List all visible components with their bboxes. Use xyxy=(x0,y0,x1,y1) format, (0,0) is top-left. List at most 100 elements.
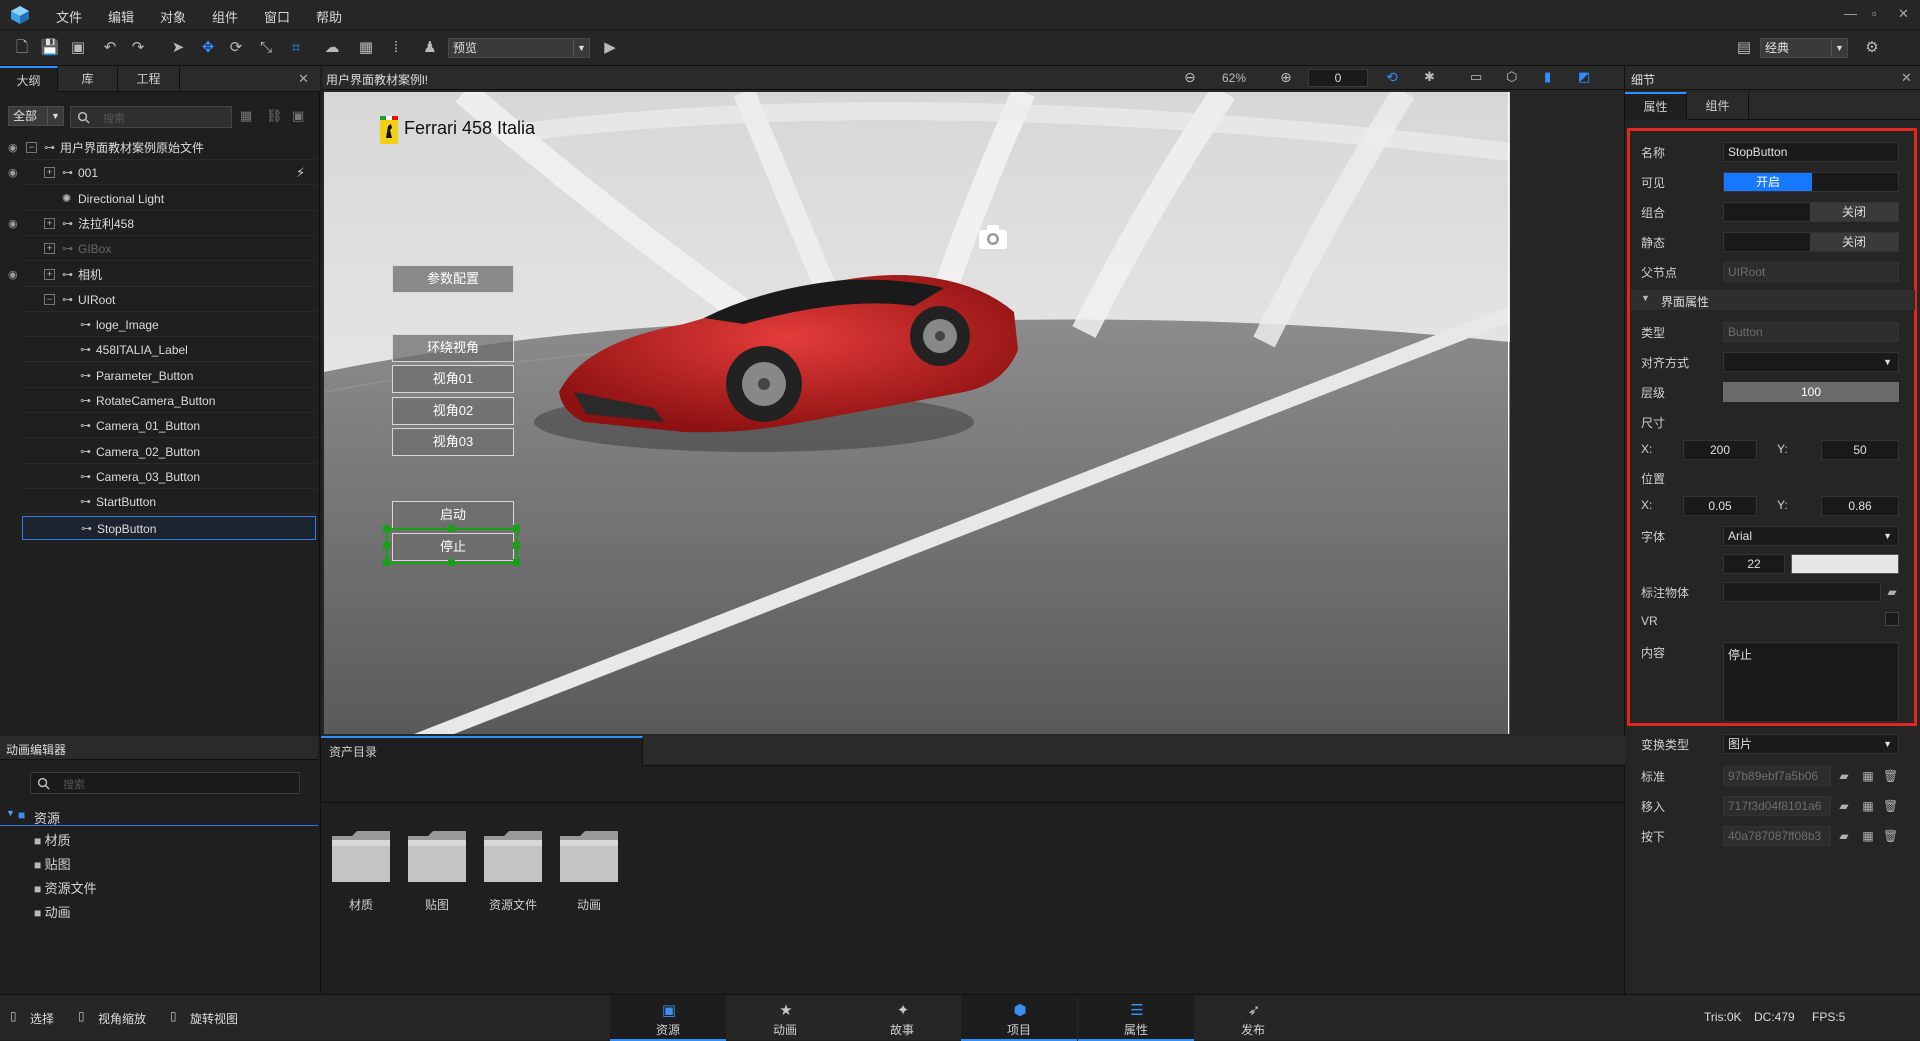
ui-properties-section[interactable]: ▼ 界面属性 xyxy=(1631,290,1915,310)
outline-row[interactable]: ◉ + ⊶ 相机 xyxy=(8,263,316,287)
camera-icon[interactable] xyxy=(978,224,1008,250)
outline-row[interactable]: ⊶ StartButton xyxy=(22,490,316,515)
bottom-tab[interactable]: ☰ 属性 xyxy=(1078,995,1194,1041)
lock-icon[interactable]: ▮ xyxy=(1544,69,1551,85)
press-image-field[interactable]: 40a787087ff08b3 xyxy=(1723,826,1831,846)
resize-handle[interactable] xyxy=(383,542,390,549)
hover-image-field[interactable]: 717f3d04f8101a6 xyxy=(1723,796,1831,816)
tab-components[interactable]: 组件 xyxy=(1687,92,1749,120)
visibility-eye-icon[interactable]: ◉ xyxy=(8,212,18,236)
menu-object[interactable]: 对象 xyxy=(160,7,186,26)
zoom-view-icon[interactable]: ▯ xyxy=(78,1009,85,1023)
layer-slider[interactable]: 100 xyxy=(1723,382,1899,402)
tree-root-assets[interactable]: ▼ ■ 资源 xyxy=(0,804,318,826)
scale-tool-icon[interactable]: ⤡ xyxy=(256,38,276,58)
expand-icon[interactable]: + xyxy=(44,217,55,229)
dot-grid-icon[interactable]: ⁞ xyxy=(386,38,406,58)
redo-icon[interactable]: ↷ xyxy=(128,38,148,58)
visibility-eye-icon[interactable]: ◉ xyxy=(8,136,18,160)
folder-icon[interactable] xyxy=(558,828,620,884)
size-x-field[interactable]: 200 xyxy=(1683,440,1757,460)
resize-handle[interactable] xyxy=(513,542,520,549)
grid-icon[interactable]: ▦ xyxy=(356,38,376,58)
trash-icon[interactable]: 🗑 xyxy=(1883,829,1898,843)
tree-item-materials[interactable]: ■ 材质 xyxy=(34,830,234,850)
play-icon[interactable]: ▶ xyxy=(600,38,620,58)
expand-all-icon[interactable]: ▦ xyxy=(240,108,252,124)
group-toggle[interactable]: 关闭 xyxy=(1723,202,1899,222)
new-file-icon[interactable]: 🗋 xyxy=(12,38,32,58)
scene-canvas[interactable]: Ferrari 458 Italia 参数配置 环绕视角 视角01 视角02 视… xyxy=(324,92,1510,734)
folder-icon[interactable] xyxy=(406,828,468,884)
resize-handle[interactable] xyxy=(448,525,455,532)
close-panel-icon[interactable]: ✕ xyxy=(1901,70,1912,86)
checker-icon[interactable]: ▦ xyxy=(1861,769,1875,783)
orbit-icon[interactable]: ⟲ xyxy=(1386,69,1398,86)
outline-row[interactable]: ⊶ Camera_03_Button xyxy=(22,465,316,489)
trash-icon[interactable]: 🗑 xyxy=(1883,769,1898,783)
save-icon[interactable]: 💾 xyxy=(40,38,60,58)
bottom-tab[interactable]: ⬢ 项目 xyxy=(961,995,1077,1041)
collapse-icon[interactable]: − xyxy=(44,293,55,305)
pos-y-field[interactable]: 0.86 xyxy=(1821,496,1899,516)
layout-select[interactable]: 经典 ▼ xyxy=(1760,38,1848,58)
resize-handle[interactable] xyxy=(513,559,520,566)
tree-item-resources[interactable]: ■ 资源文件 xyxy=(34,878,234,898)
minimize-button[interactable]: — xyxy=(1844,6,1857,21)
outline-filter-select[interactable]: 全部 ▼ xyxy=(8,106,64,126)
settings-icon[interactable]: ⚙ xyxy=(1862,38,1882,58)
size-y-field[interactable]: 50 xyxy=(1821,440,1899,460)
visible-toggle[interactable]: 开启 xyxy=(1723,172,1899,192)
expand-icon[interactable]: + xyxy=(44,268,55,280)
collapse-icon[interactable]: − xyxy=(26,142,37,153)
tool-select-label[interactable]: 选择 xyxy=(30,1010,54,1027)
font-select[interactable]: Arial ▼ xyxy=(1723,526,1899,546)
layout-icon[interactable]: ▤ xyxy=(1734,38,1754,58)
normal-image-field[interactable]: 97b89ebf7a5b06 xyxy=(1723,766,1831,786)
parameter-button[interactable]: 参数配置 xyxy=(392,265,514,293)
zoom-out-icon[interactable]: ⊖ xyxy=(1184,69,1196,86)
rotate-view-icon[interactable]: ▯ xyxy=(170,1009,177,1023)
close-window-button[interactable]: ✕ xyxy=(1898,6,1909,22)
outline-row[interactable]: ◉ + ⊶ 001 ⚡ xyxy=(8,161,316,186)
camera-01-button[interactable]: 视角01 xyxy=(392,365,514,393)
outline-row[interactable]: ⊶ Parameter_Button xyxy=(22,364,316,388)
select-tool-icon[interactable]: ➤ xyxy=(168,38,188,58)
font-size-field[interactable]: 22 xyxy=(1723,554,1785,574)
resize-handle[interactable] xyxy=(448,559,455,566)
tree-item-textures[interactable]: ■ 贴图 xyxy=(34,854,234,874)
menu-edit[interactable]: 编辑 xyxy=(108,7,134,26)
tab-project[interactable]: 工程 xyxy=(118,66,180,92)
trash-icon[interactable]: 🗑 xyxy=(1883,799,1898,813)
pos-x-field[interactable]: 0.05 xyxy=(1683,496,1757,516)
resize-handle[interactable] xyxy=(513,525,520,532)
cube-view-icon[interactable]: ⬡ xyxy=(1506,69,1517,85)
maximize-button[interactable]: ▫ xyxy=(1872,6,1877,21)
tab-library[interactable]: 库 xyxy=(58,66,118,92)
zoom-in-icon[interactable]: ⊕ xyxy=(1280,69,1292,86)
script-icon[interactable]: ⚡ xyxy=(296,161,305,185)
outline-row[interactable]: ✺ Directional Light xyxy=(22,187,316,211)
checker-icon[interactable]: ▦ xyxy=(1861,829,1875,843)
folder-icon[interactable]: ▰ xyxy=(1837,829,1851,843)
anim-search-box[interactable]: 搜索 xyxy=(30,772,300,794)
menu-component[interactable]: 组件 xyxy=(212,7,238,26)
link-icon[interactable]: ⛓ xyxy=(266,108,283,124)
checker-icon[interactable]: ▦ xyxy=(1861,799,1875,813)
content-textarea[interactable]: 停止 xyxy=(1723,642,1899,722)
outline-row[interactable]: ⊶ Camera_02_Button xyxy=(22,440,316,464)
outline-row[interactable]: ⊶ loge_Image xyxy=(22,313,316,338)
bottom-tab[interactable]: ▣ 资源 xyxy=(610,995,726,1041)
camera-02-button[interactable]: 视角02 xyxy=(392,397,514,425)
undo-icon[interactable]: ↶ xyxy=(100,38,120,58)
resize-handle[interactable] xyxy=(383,559,390,566)
bug-icon[interactable]: ✱ xyxy=(1424,69,1435,85)
bottom-tab[interactable]: ➶ 发布 xyxy=(1195,995,1311,1041)
outline-row[interactable]: ⊶ RotateCamera_Button xyxy=(22,389,316,413)
folder-icon[interactable]: ▰ xyxy=(1885,585,1899,599)
name-field[interactable]: StopButton xyxy=(1723,142,1899,162)
transform-select[interactable]: 图片 ▼ xyxy=(1723,734,1899,754)
tree-item-animations[interactable]: ■ 动画 xyxy=(34,902,234,922)
save-all-icon[interactable]: ▣ xyxy=(68,38,88,58)
rotate-tool-icon[interactable]: ⟳ xyxy=(226,38,246,58)
